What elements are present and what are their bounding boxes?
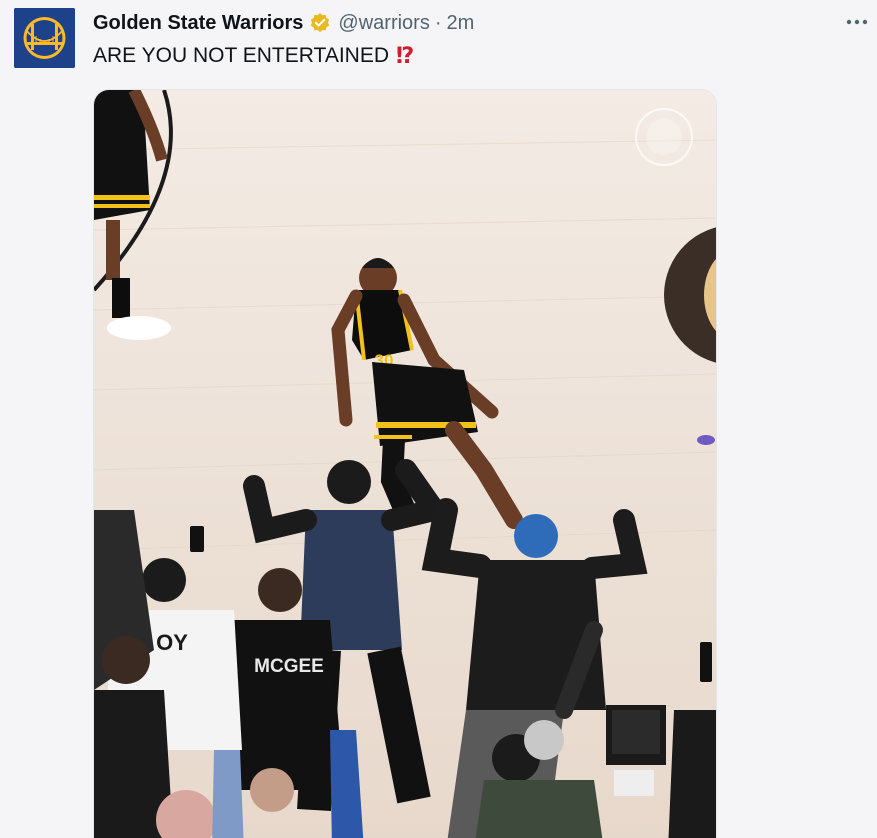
fan-shirt-text: OY (156, 630, 188, 655)
tweet-media-photo[interactable]: 30 MCGEE OY (93, 89, 717, 838)
verified-badge-icon (309, 12, 331, 34)
tweet-text-body: ARE YOU NOT ENTERTAINED (93, 44, 389, 67)
tweet-text: ARE YOU NOT ENTERTAINED ⁉ (93, 43, 414, 69)
more-dots-icon (846, 19, 868, 25)
celebration-photo: 30 MCGEE OY (94, 90, 716, 838)
tweet-header: Golden State Warriors @warriors · 2m (93, 10, 474, 36)
display-name[interactable]: Golden State Warriors (93, 12, 303, 35)
fan-jersey-name: MCGEE (254, 656, 324, 677)
more-options-button[interactable] (845, 10, 869, 34)
golden-gate-bridge-logo-icon (14, 8, 75, 68)
interrobang-emoji: ⁉ (396, 43, 415, 68)
handle[interactable]: @warriors (338, 12, 429, 35)
avatar[interactable] (14, 8, 75, 68)
separator-dot: · (434, 11, 442, 34)
timestamp[interactable]: 2m (447, 12, 475, 35)
tweet: Golden State Warriors @warriors · 2m ARE… (0, 0, 877, 838)
